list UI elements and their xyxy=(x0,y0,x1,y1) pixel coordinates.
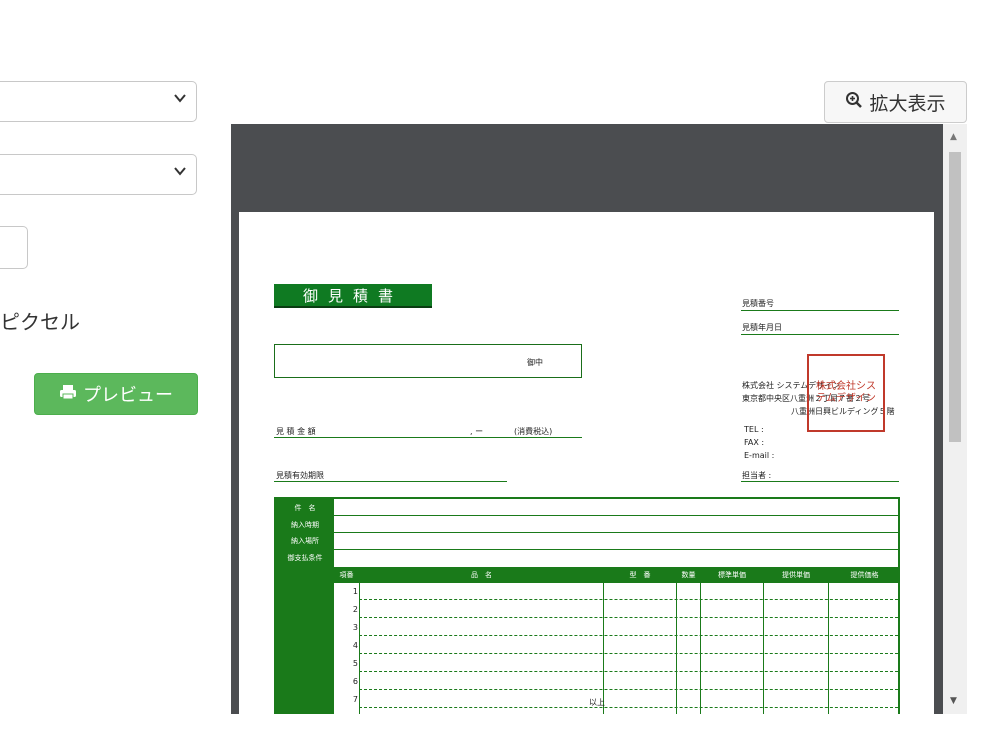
chevron-down-icon xyxy=(173,90,187,109)
zoom-button-label: 拡大表示 xyxy=(869,92,946,115)
row-divider xyxy=(359,635,898,636)
company-seal: 株式会社システムデザイン xyxy=(807,354,885,432)
items-header-row: 項番 品 名 型 番 数量 標準単価 提供単価 提供価格 xyxy=(334,567,898,583)
select-dropdown-1[interactable] xyxy=(0,81,197,122)
form-label: 納入時期 xyxy=(291,521,319,529)
preview-button-label: プレビュー xyxy=(83,385,173,406)
estimate-date-label: 見積年月日 xyxy=(742,323,782,332)
row-divider xyxy=(359,653,898,654)
divider xyxy=(741,310,899,311)
tel-label: TEL : xyxy=(744,425,764,434)
print-icon xyxy=(59,384,77,405)
staff-label: 担当者 : xyxy=(742,471,772,480)
row-divider xyxy=(359,617,898,618)
zoom-in-icon xyxy=(845,91,863,114)
size-input[interactable] xyxy=(0,226,28,269)
row-number: 1 xyxy=(352,587,358,596)
addressee-suffix: 御中 xyxy=(527,358,543,367)
items-header-cell: 項番 xyxy=(339,571,354,579)
select-dropdown-2[interactable] xyxy=(0,154,197,195)
column-divider xyxy=(676,567,677,714)
chevron-down-icon xyxy=(173,163,187,182)
divider xyxy=(274,481,507,482)
amount-value: , ー xyxy=(470,427,484,436)
divider xyxy=(741,334,899,335)
email-label: E-mail : xyxy=(744,451,775,460)
row-divider xyxy=(359,707,898,708)
form-label: 御支払条件 xyxy=(287,554,323,562)
row-divider xyxy=(359,689,898,690)
row-number: 6 xyxy=(352,677,358,686)
scroll-down-icon[interactable]: ▼ xyxy=(950,696,957,706)
row-number: 7 xyxy=(352,695,358,704)
form-label: 納入場所 xyxy=(291,537,319,545)
scroll-up-icon[interactable]: ▲ xyxy=(950,132,957,142)
items-header-cell: 提供単価 xyxy=(763,567,828,583)
row-number: 3 xyxy=(352,623,358,632)
validity-label: 見積有効期限 xyxy=(276,471,324,480)
items-header-cell: 標準単価 xyxy=(700,567,763,583)
column-divider xyxy=(828,567,829,714)
document-title: 御見積書 xyxy=(274,284,432,308)
zoom-button[interactable]: 拡大表示 xyxy=(824,81,967,123)
form-label: 件 名 xyxy=(294,504,316,512)
pdf-viewer[interactable]: ▲ ▼ 御見積書 見積番号 見積年月日 御中 株式会社 システムデザイン 東京都… xyxy=(231,124,967,714)
unit-label: ピクセル xyxy=(0,310,80,334)
items-header-cell: 型 番 xyxy=(603,567,676,583)
column-divider xyxy=(763,567,764,714)
items-header-cell: 数量 xyxy=(676,567,700,583)
amount-label: 見 積 金 額 xyxy=(276,427,316,436)
fax-label: FAX : xyxy=(744,438,765,447)
row-number: 2 xyxy=(352,605,358,614)
scroll-thumb[interactable] xyxy=(949,152,961,442)
estimate-form-table: 件 名 納入時期 納入場所 御支払条件 項番 品 名 型 番 数量 標準単価 提… xyxy=(274,497,900,714)
divider xyxy=(741,481,899,482)
viewer-scrollbar[interactable]: ▲ ▼ xyxy=(943,124,967,714)
divider xyxy=(274,437,582,438)
row-divider xyxy=(359,671,898,672)
row-number: 5 xyxy=(352,659,358,668)
divider xyxy=(334,532,898,533)
form-label-column xyxy=(276,499,334,714)
divider xyxy=(334,515,898,516)
estimate-number-label: 見積番号 xyxy=(742,299,774,308)
addressee-box: 御中 xyxy=(274,344,582,378)
column-divider xyxy=(700,567,701,714)
items-header-cell: 品 名 xyxy=(359,567,603,583)
column-divider xyxy=(603,567,604,714)
column-divider xyxy=(359,567,360,714)
items-header-cell: 提供価格 xyxy=(828,567,900,583)
document-page: 御見積書 見積番号 見積年月日 御中 株式会社 システムデザイン 東京都中央区八… xyxy=(239,212,934,714)
row-divider xyxy=(359,599,898,600)
preview-button[interactable]: プレビュー xyxy=(34,373,198,415)
tax-note: (消費税込) xyxy=(514,427,553,436)
company-seal-text: 株式会社システムデザイン xyxy=(816,381,876,404)
divider xyxy=(334,549,898,550)
row-number: 4 xyxy=(352,641,358,650)
